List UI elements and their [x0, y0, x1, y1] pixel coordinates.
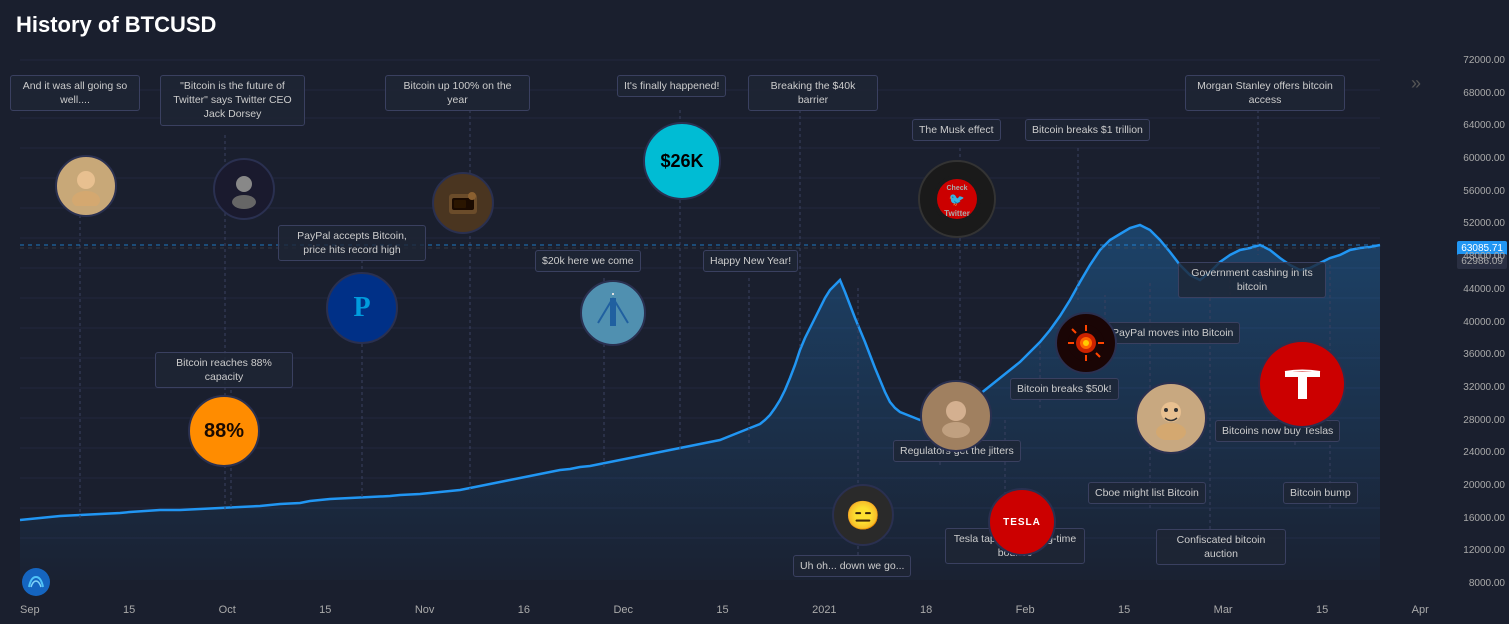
x-label-sep: Sep	[20, 604, 40, 616]
y-axis: 72000.00 68000.00 64000.00 60000.00 5600…	[1429, 0, 1509, 624]
icon-jack-dorsey	[213, 158, 275, 220]
annotation-12: Government cashing in its bitcoin	[1178, 262, 1326, 298]
icon-paypal: P	[326, 272, 398, 344]
chart-container: History of BTCUSD	[0, 0, 1509, 624]
x-label-mar: Mar	[1214, 604, 1233, 616]
annotation-10: $20k here we come	[535, 250, 641, 272]
icon-tower	[580, 280, 646, 346]
y-label-11: 28000.00	[1429, 415, 1505, 426]
annotation-14: Bitcoin reaches 88% capacity	[155, 352, 293, 388]
x-label-2021: 2021	[812, 604, 836, 616]
icon-sad-emoji: 😑	[832, 484, 894, 546]
annotation-6: The Musk effect	[912, 119, 1001, 141]
y-label-3: 60000.00	[1429, 153, 1505, 164]
x-label-16: 16	[518, 604, 530, 616]
x-label-oct: Oct	[219, 604, 236, 616]
annotation-9: PayPal accepts Bitcoin, price hits recor…	[278, 225, 426, 261]
icon-radio	[432, 172, 494, 234]
y-label-0: 72000.00	[1429, 55, 1505, 66]
annotation-8: Morgan Stanley offers bitcoin access	[1185, 75, 1345, 111]
annotation-21: Bitcoin bump	[1283, 482, 1358, 504]
svg-text:Twitter: Twitter	[944, 209, 970, 218]
icon-twitter-musk: 🐦 Twitter Check	[918, 160, 996, 238]
svg-text:🐦: 🐦	[949, 192, 965, 207]
x-label-dec: Dec	[613, 604, 633, 616]
annotation-5: Breaking the $40k barrier	[748, 75, 878, 111]
y-label-4: 56000.00	[1429, 186, 1505, 197]
y-label-12: 24000.00	[1429, 447, 1505, 458]
svg-text:Check: Check	[946, 185, 967, 192]
y-label-10: 32000.00	[1429, 382, 1505, 393]
annotation-1: And it was all going so well....	[10, 75, 140, 111]
x-label-15c: 15	[716, 604, 728, 616]
x-label-apr: Apr	[1412, 604, 1429, 616]
y-label-7: 44000.00	[1429, 284, 1505, 295]
y-label-6: 48000.00	[1429, 251, 1505, 262]
icon-88pct: 88%	[188, 395, 260, 467]
y-label-14: 16000.00	[1429, 513, 1505, 524]
y-label-8: 40000.00	[1429, 317, 1505, 328]
annotation-7: Bitcoin breaks $1 trillion	[1025, 119, 1150, 141]
y-label-5: 52000.00	[1429, 218, 1505, 229]
annotation-16: Bitcoin breaks $50k!	[1010, 378, 1119, 400]
chart-logo	[22, 568, 50, 596]
annotation-18: Uh oh... down we go...	[793, 555, 911, 577]
icon-tesla-car: TESLA	[988, 488, 1056, 556]
x-label-feb: Feb	[1016, 604, 1035, 616]
x-label-18: 18	[920, 604, 932, 616]
x-axis: Sep 15 Oct 15 Nov 16 Dec 15 2021 18 Feb …	[20, 604, 1429, 616]
annotation-11: Happy New Year!	[703, 250, 798, 272]
x-label-nov: Nov	[415, 604, 435, 616]
x-label-15e: 15	[1316, 604, 1328, 616]
icon-yellen	[920, 380, 992, 452]
y-label-13: 20000.00	[1429, 480, 1505, 491]
x-label-15b: 15	[319, 604, 331, 616]
icon-woman	[1135, 382, 1207, 454]
x-label-15d: 15	[1118, 604, 1130, 616]
annotation-3: Bitcoin up 100% on the year	[385, 75, 530, 111]
y-label-16: 8000.00	[1429, 578, 1505, 589]
x-label-15a: 15	[123, 604, 135, 616]
icon-tesla-t	[1258, 340, 1346, 428]
next-arrow[interactable]: »	[1411, 73, 1421, 94]
annotation-13: PayPal moves into Bitcoin	[1105, 322, 1240, 344]
annotation-4: It's finally happened!	[617, 75, 726, 97]
annotation-confiscated: Confiscated bitcoin auction	[1156, 529, 1286, 565]
y-label-1: 68000.00	[1429, 88, 1505, 99]
y-label-2: 64000.00	[1429, 120, 1505, 131]
y-label-15: 12000.00	[1429, 545, 1505, 556]
annotation-20: Cboe might list Bitcoin	[1088, 482, 1206, 504]
icon-26k: $26K	[643, 122, 721, 200]
annotation-2: "Bitcoin is the future of Twitter" says …	[160, 75, 305, 126]
y-label-9: 36000.00	[1429, 349, 1505, 360]
icon-spark	[1055, 312, 1117, 374]
icon-person	[55, 155, 117, 217]
